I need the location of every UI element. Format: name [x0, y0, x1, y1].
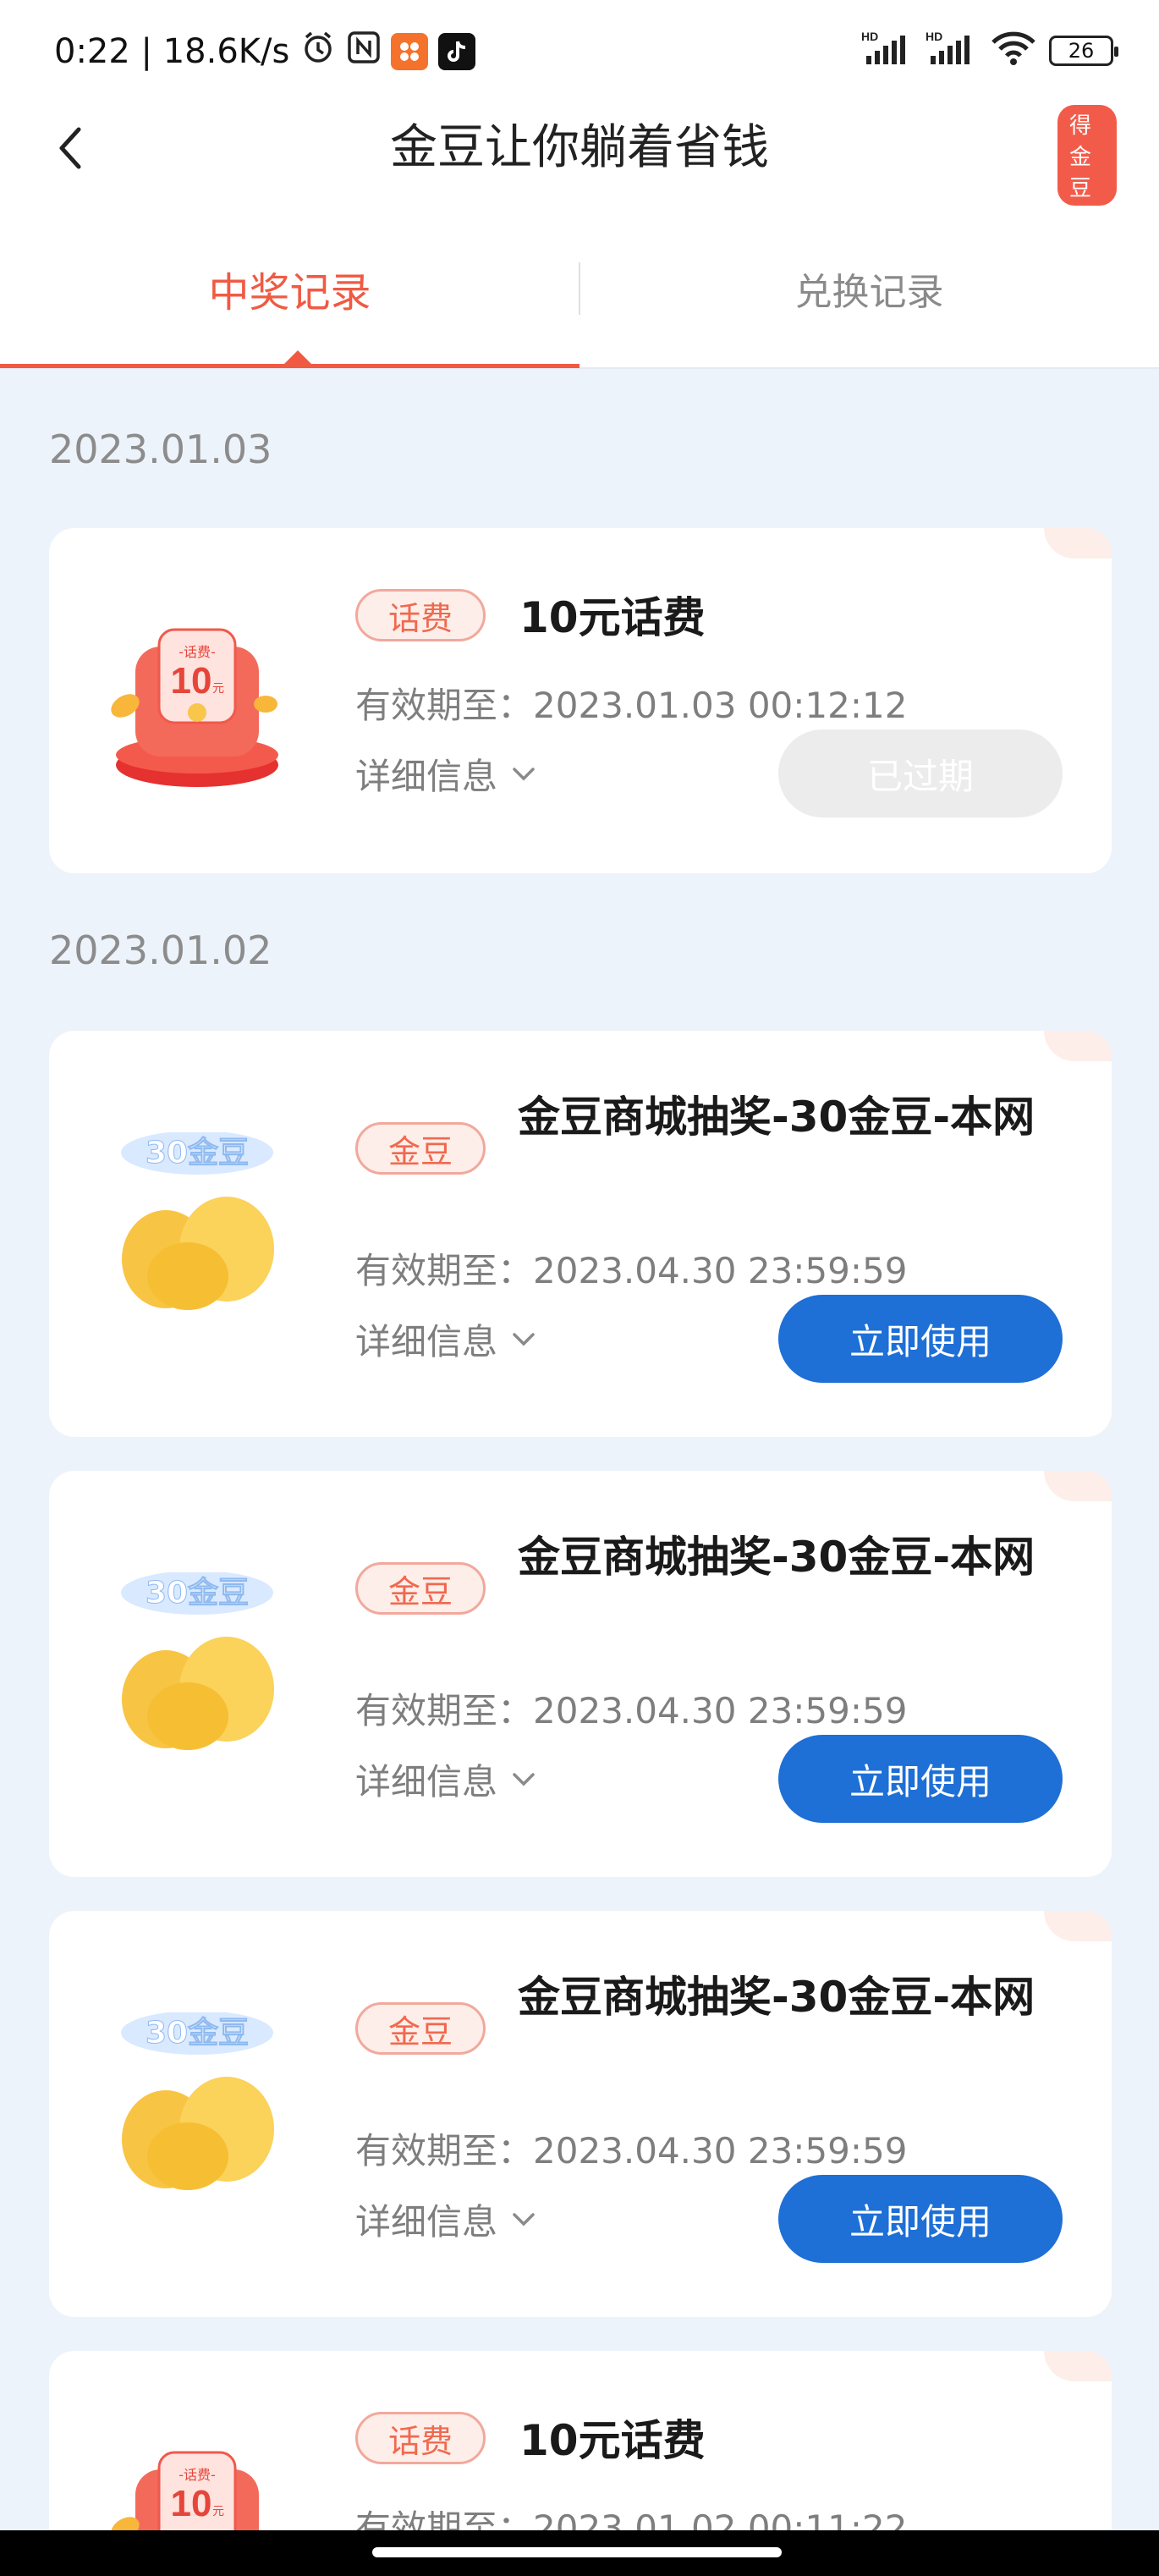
- gold-beans-prize-image: 30金豆: [100, 1571, 294, 1767]
- validity-text: 有效期至：2023.04.30 23:59:59: [355, 1690, 908, 1731]
- wifi-icon: [990, 29, 1037, 72]
- status-bar: 0:22 | 18.6K/s HD HD 26: [0, 0, 1159, 100]
- gold-beans-prize-image: 30金豆: [100, 2011, 294, 2207]
- date-label: 2023.01.02: [49, 927, 272, 973]
- active-tab-underline: [0, 364, 580, 368]
- chevron-down-icon: [513, 1772, 535, 1786]
- share-badge: 得金豆: [1057, 105, 1117, 206]
- tab-bar: 中奖记录 兑换记录: [0, 210, 1159, 369]
- card-corner-decoration: [1044, 1031, 1112, 1061]
- status-left: 0:22 | 18.6K/s: [54, 29, 476, 74]
- details-label: 详细信息: [355, 1321, 498, 1362]
- svg-text:-话费-: -话费-: [179, 2467, 216, 2483]
- chevron-down-icon: [513, 2212, 535, 2226]
- chevron-down-icon: [513, 767, 535, 780]
- svg-text:元: 元: [212, 2505, 224, 2518]
- status-time-speed: 0:22 | 18.6K/s: [54, 32, 290, 71]
- prize-title: 10元话费: [519, 593, 706, 642]
- details-label: 详细信息: [355, 756, 498, 797]
- system-navigation-bar: [0, 2530, 1159, 2576]
- tiktok-icon: [438, 33, 476, 70]
- header: 金豆让你躺着省钱 得金豆: [0, 100, 1159, 210]
- nfc-icon: [347, 30, 381, 73]
- prize-card: -话费- 10 元 话费 10元话费 有效期至：2023.01.03 00:12…: [49, 528, 1112, 873]
- cellular-signal-icon: HD: [861, 29, 914, 72]
- home-indicator[interactable]: [372, 2547, 782, 2557]
- chevron-down-icon: [513, 1332, 535, 1346]
- prize-title: 金豆商城抽奖-30金豆-本网: [518, 1533, 1035, 1582]
- svg-text:10: 10: [171, 660, 212, 702]
- details-toggle[interactable]: 详细信息: [355, 2193, 536, 2245]
- svg-text:10: 10: [171, 2483, 212, 2524]
- phone-credit-prize-image: -话费- 10 元: [100, 604, 294, 799]
- details-toggle[interactable]: 详细信息: [355, 1753, 536, 1805]
- svg-text:元: 元: [212, 682, 224, 696]
- use-now-button[interactable]: 立即使用: [778, 1735, 1063, 1823]
- page-title: 金豆让你躺着省钱: [390, 120, 769, 175]
- details-toggle[interactable]: 详细信息: [355, 748, 536, 800]
- gold-beans-prize-image: 30金豆: [100, 1131, 294, 1327]
- svg-text:30金豆: 30金豆: [146, 1135, 249, 1170]
- details-label: 详细信息: [355, 2201, 498, 2243]
- prize-card: 30金豆 金豆 金豆商城抽奖-30金豆-本网 有效期至：2023.04.30 2…: [49, 1031, 1112, 1437]
- battery-indicator: 26: [1049, 35, 1118, 66]
- share-button[interactable]: 得金豆: [1057, 105, 1125, 206]
- svg-text:30金豆: 30金豆: [146, 2015, 249, 2050]
- category-tag: 话费: [355, 2412, 486, 2464]
- svg-text:HD: HD: [861, 30, 878, 43]
- svg-text:30金豆: 30金豆: [146, 1575, 249, 1610]
- svg-text:-话费-: -话费-: [179, 644, 216, 660]
- card-corner-decoration: [1044, 1471, 1112, 1501]
- expired-button: 已过期: [778, 729, 1063, 817]
- validity-text: 有效期至：2023.04.30 23:59:59: [355, 1250, 908, 1291]
- svg-text:HD: HD: [926, 30, 942, 43]
- category-tag: 金豆: [355, 1562, 486, 1615]
- validity-text: 有效期至：2023.04.30 23:59:59: [355, 2130, 908, 2171]
- details-toggle[interactable]: 详细信息: [355, 1313, 536, 1365]
- prize-title: 金豆商城抽奖-30金豆-本网: [518, 1093, 1035, 1142]
- prize-card: 30金豆 金豆 金豆商城抽奖-30金豆-本网 有效期至：2023.04.30 2…: [49, 1911, 1112, 2317]
- app-notification-icon: [391, 33, 429, 70]
- category-tag: 话费: [355, 589, 486, 641]
- active-tab-caret: [284, 350, 311, 364]
- card-corner-decoration: [1044, 2351, 1112, 2381]
- prize-title: 金豆商城抽奖-30金豆-本网: [518, 1973, 1035, 2022]
- validity-text: 有效期至：2023.01.03 00:12:12: [355, 685, 908, 726]
- category-tag: 金豆: [355, 2002, 486, 2055]
- tab-win-records[interactable]: 中奖记录: [0, 210, 580, 367]
- tab-exchange-records[interactable]: 兑换记录: [580, 210, 1159, 367]
- prize-card: 30金豆 金豆 金豆商城抽奖-30金豆-本网 有效期至：2023.04.30 2…: [49, 1471, 1112, 1877]
- use-now-button[interactable]: 立即使用: [778, 2175, 1063, 2263]
- details-label: 详细信息: [355, 1761, 498, 1803]
- card-corner-decoration: [1044, 528, 1112, 559]
- status-right: HD HD 26: [861, 29, 1118, 72]
- cellular-signal-icon-2: HD: [926, 29, 978, 72]
- prize-title: 10元话费: [519, 2416, 706, 2465]
- card-corner-decoration: [1044, 1911, 1112, 1941]
- date-label: 2023.01.03: [49, 427, 272, 472]
- use-now-button[interactable]: 立即使用: [778, 1295, 1063, 1383]
- alarm-icon: [299, 29, 337, 74]
- category-tag: 金豆: [355, 1122, 486, 1175]
